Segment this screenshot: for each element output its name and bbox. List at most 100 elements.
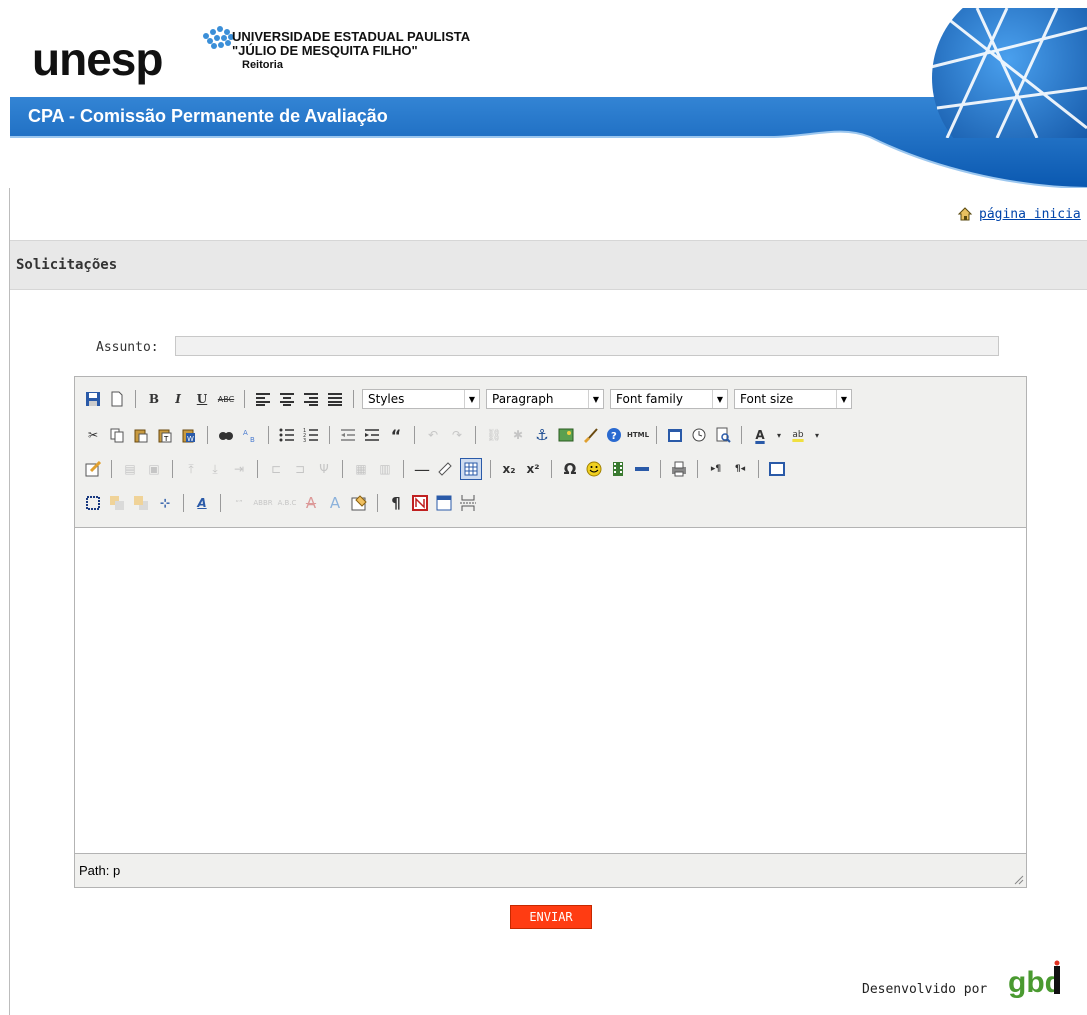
insertion-icon[interactable]: A <box>325 493 345 513</box>
anchor-icon[interactable]: ⚓ <box>532 425 552 445</box>
superscript-icon[interactable]: x² <box>523 459 543 479</box>
underline-icon[interactable]: U <box>192 389 212 409</box>
blockquote-icon[interactable]: “ <box>386 425 406 445</box>
link-icon[interactable]: ⛓ <box>484 425 504 445</box>
insert-date-icon[interactable] <box>665 425 685 445</box>
banner-title: CPA - Comissão Permanente de Avaliação <box>28 106 388 126</box>
split-cells-icon[interactable]: ▦ <box>351 459 371 479</box>
replace-icon[interactable]: AB <box>240 425 260 445</box>
text-color-icon[interactable]: A <box>750 425 770 445</box>
preview-icon[interactable] <box>713 425 733 445</box>
chevron-down-icon[interactable]: ▾ <box>774 425 784 445</box>
abbreviation-icon[interactable]: ABBR <box>253 493 273 513</box>
separator <box>207 426 208 444</box>
page-break-icon[interactable] <box>458 493 478 513</box>
table-edit-icon[interactable] <box>83 459 103 479</box>
bullet-list-icon[interactable] <box>277 425 297 445</box>
italic-icon[interactable]: I <box>168 389 188 409</box>
insert-row-after-icon[interactable]: ⤓ <box>205 459 225 479</box>
svg-text:?: ? <box>611 431 617 442</box>
separator <box>758 460 759 478</box>
non-breaking-icon[interactable] <box>410 493 430 513</box>
align-justify-icon[interactable] <box>325 389 345 409</box>
table-icon[interactable] <box>460 458 482 480</box>
outdent-icon[interactable] <box>338 425 358 445</box>
rtl-icon[interactable]: ¶◂ <box>730 459 750 479</box>
move-forward-icon[interactable] <box>107 493 127 513</box>
advhr-icon[interactable] <box>632 459 652 479</box>
merge-cells-icon[interactable]: ▥ <box>375 459 395 479</box>
insert-time-icon[interactable] <box>689 425 709 445</box>
indent-icon[interactable] <box>362 425 382 445</box>
resize-handle-icon[interactable] <box>1012 873 1024 885</box>
cite-icon[interactable]: “” <box>229 493 249 513</box>
find-icon[interactable] <box>216 425 236 445</box>
section-header: Solicitações <box>10 240 1087 290</box>
delete-col-icon[interactable]: Ψ <box>314 459 334 479</box>
acronym-icon[interactable]: A.B.C <box>277 493 297 513</box>
font-size-select[interactable]: Font size ▼ <box>734 389 852 409</box>
remove-format-icon[interactable] <box>436 459 456 479</box>
strikethrough-icon[interactable]: ABC <box>216 389 236 409</box>
bold-icon[interactable]: B <box>144 389 164 409</box>
special-char-icon[interactable]: Ω <box>560 459 580 479</box>
submit-button[interactable]: ENVIAR <box>510 905 592 929</box>
table-row-props-icon[interactable]: ▤ <box>120 459 140 479</box>
university-line3: Reitoria <box>242 59 283 71</box>
insert-layer-icon[interactable] <box>83 493 103 513</box>
save-icon[interactable] <box>83 389 103 409</box>
insert-col-after-icon[interactable]: ⊐ <box>290 459 310 479</box>
background-color-icon[interactable]: ab <box>788 425 808 445</box>
new-document-icon[interactable] <box>107 389 127 409</box>
separator <box>377 494 378 512</box>
cleanup-icon[interactable] <box>580 425 600 445</box>
home-link[interactable]: página inicia <box>957 206 1081 222</box>
template-icon[interactable] <box>434 493 454 513</box>
copy-icon[interactable] <box>107 425 127 445</box>
gbd-logo-text: gbd <box>1008 966 1060 999</box>
editor-content-area[interactable] <box>75 528 1026 853</box>
insert-row-before-icon[interactable]: ⤒ <box>181 459 201 479</box>
chevron-down-icon[interactable]: ▾ <box>812 425 822 445</box>
paragraph-select[interactable]: Paragraph ▼ <box>486 389 604 409</box>
path-value[interactable]: p <box>113 863 120 878</box>
print-icon[interactable] <box>669 459 689 479</box>
delete-row-icon[interactable]: ⇥ <box>229 459 249 479</box>
help-icon[interactable]: ? <box>604 425 624 445</box>
image-icon[interactable] <box>556 425 576 445</box>
emoticon-icon[interactable] <box>584 459 604 479</box>
media-icon[interactable] <box>608 459 628 479</box>
align-center-icon[interactable] <box>277 389 297 409</box>
paste-word-icon[interactable]: W <box>179 425 199 445</box>
move-backward-icon[interactable] <box>131 493 151 513</box>
separator <box>329 426 330 444</box>
undo-icon[interactable]: ↶ <box>423 425 443 445</box>
show-visual-chars-icon[interactable]: ¶ <box>386 493 406 513</box>
fullscreen-icon[interactable] <box>767 459 787 479</box>
html-icon[interactable]: HTML <box>627 425 649 445</box>
align-left-icon[interactable] <box>253 389 273 409</box>
horizontal-rule-icon[interactable]: — <box>412 459 432 479</box>
editor-toolbar: B I U ABC Styles ▼ Paragraph ▼ Font family… <box>75 377 1026 528</box>
align-right-icon[interactable] <box>301 389 321 409</box>
deletion-icon[interactable]: A <box>301 493 321 513</box>
unlink-icon[interactable]: ✱ <box>508 425 528 445</box>
ltr-icon[interactable]: ▸¶ <box>706 459 726 479</box>
cut-icon[interactable]: ✂ <box>83 425 103 445</box>
subscript-icon[interactable]: x₂ <box>499 459 519 479</box>
subject-input[interactable] <box>175 336 999 356</box>
redo-icon[interactable]: ↷ <box>447 425 467 445</box>
font-family-select[interactable]: Font family ▼ <box>610 389 728 409</box>
separator <box>414 426 415 444</box>
numbered-list-icon[interactable]: 123 <box>301 425 321 445</box>
paste-text-icon[interactable]: T <box>155 425 175 445</box>
absolute-position-icon[interactable]: ⊹ <box>155 493 175 513</box>
separator <box>172 460 173 478</box>
table-cell-props-icon[interactable]: ▣ <box>144 459 164 479</box>
styles-select[interactable]: Styles ▼ <box>362 389 480 409</box>
font-size-select-label: Font size <box>740 392 794 406</box>
attributes-icon[interactable] <box>349 493 369 513</box>
paste-icon[interactable] <box>131 425 151 445</box>
style-props-icon[interactable]: A <box>192 493 212 513</box>
insert-col-before-icon[interactable]: ⊏ <box>266 459 286 479</box>
